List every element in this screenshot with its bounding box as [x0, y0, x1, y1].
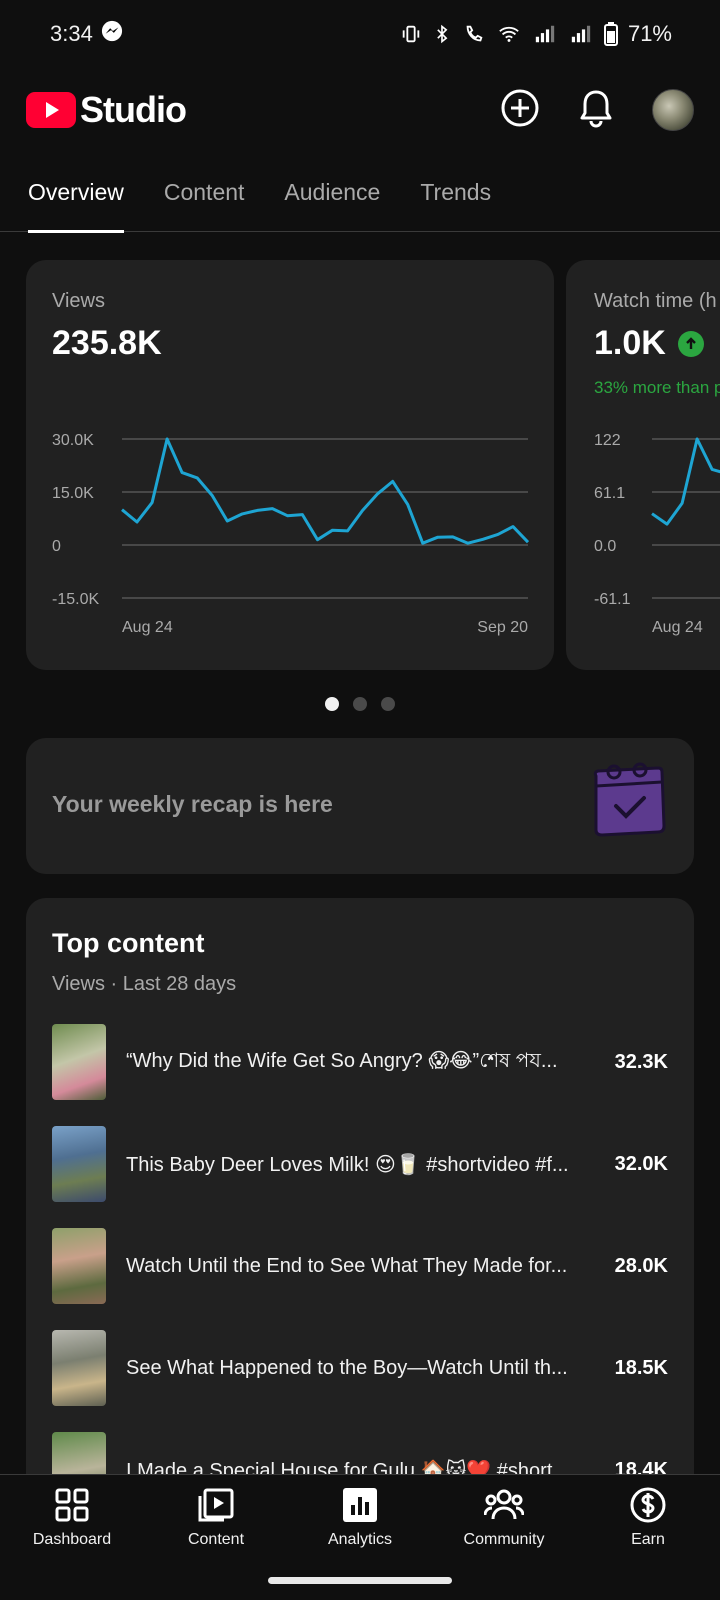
- x-tick-label: Aug 24: [122, 619, 173, 636]
- video-thumbnail: [52, 1126, 106, 1202]
- x-tick-label: Aug 24: [652, 619, 703, 636]
- messenger-icon: [101, 20, 123, 48]
- video-views: 32.3K: [614, 1050, 668, 1073]
- nav-earn[interactable]: Earn: [576, 1485, 720, 1564]
- watch-time-chart: 122 61.1 0.0 -61.1 Aug 24: [594, 432, 720, 636]
- series-line: [121, 437, 530, 545]
- video-title: Watch Until the End to See What They Mad…: [126, 1254, 568, 1277]
- y-tick-label: 0: [52, 538, 61, 555]
- recap-text: Your weekly recap is here: [52, 791, 333, 817]
- brand-name: Studio: [80, 89, 187, 130]
- pager-dot[interactable]: [381, 697, 395, 711]
- nav-label: Content: [187, 1531, 245, 1548]
- tab-bar: Overview Content Audience Trends: [0, 160, 720, 233]
- youtube-studio-logo[interactable]: Studio: [26, 89, 187, 131]
- status-bar: 3:34 71%: [0, 0, 720, 68]
- list-item[interactable]: See What Happened to the Boy—Watch Until…: [52, 1330, 668, 1406]
- notifications-button[interactable]: [578, 88, 614, 133]
- nav-label: Earn: [631, 1531, 665, 1548]
- nav-content[interactable]: Content: [144, 1485, 288, 1564]
- top-content-card: Top content Views · Last 28 days “Why Di…: [26, 898, 694, 1538]
- account-avatar[interactable]: [652, 89, 694, 131]
- youtube-play-icon: [26, 92, 76, 128]
- create-button[interactable]: [500, 88, 540, 133]
- top-content-subtitle: Views · Last 28 days: [52, 973, 237, 995]
- nav-community[interactable]: Community: [432, 1485, 576, 1564]
- views-card[interactable]: Views 235.8K 30.0K 15.0K 0 -15.0K Aug 24 Sep …: [26, 260, 554, 670]
- y-tick-label: 0.0: [594, 538, 616, 555]
- y-tick-label: 30.0K: [52, 432, 94, 449]
- video-title: “Why Did the Wife Get So Angry? 😱😂”শেষ প…: [126, 1049, 558, 1072]
- y-tick-label: -15.0K: [52, 591, 99, 608]
- nav-dashboard[interactable]: Dashboard: [0, 1485, 144, 1564]
- nav-analytics[interactable]: Analytics: [288, 1485, 432, 1564]
- pager-dot[interactable]: [353, 697, 367, 711]
- bottom-navigation: Dashboard Content Analytics Community Ea…: [0, 1474, 720, 1564]
- status-time: 3:34: [50, 21, 93, 46]
- video-views: 18.5K: [614, 1356, 668, 1379]
- signal-icon: [568, 23, 594, 45]
- top-content-title: Top content: [52, 928, 205, 958]
- x-tick-label: Sep 20: [477, 619, 528, 636]
- tab-audience[interactable]: Audience: [284, 160, 380, 232]
- wifi-call-icon: [462, 23, 486, 45]
- content-icon: [197, 1485, 235, 1525]
- series-line: [651, 437, 720, 526]
- nav-label: Dashboard: [32, 1531, 112, 1548]
- video-thumbnail: [52, 1228, 106, 1304]
- tab-content[interactable]: Content: [164, 160, 245, 232]
- nav-label: Community: [463, 1531, 545, 1548]
- tab-trends[interactable]: Trends: [420, 160, 491, 232]
- list-item[interactable]: Watch Until the End to See What They Mad…: [52, 1228, 668, 1304]
- video-title: This Baby Deer Loves Milk! 😍🥛 #shortvide…: [126, 1153, 569, 1176]
- add-circle-icon: [501, 89, 539, 126]
- list-item[interactable]: This Baby Deer Loves Milk! 😍🥛 #shortvide…: [52, 1126, 668, 1202]
- y-tick-label: 15.0K: [52, 485, 94, 502]
- earn-icon: [629, 1485, 667, 1525]
- weekly-recap-card[interactable]: Your weekly recap is here: [26, 738, 694, 874]
- views-chart: 30.0K 15.0K 0 -15.0K Aug 24 Sep 20: [52, 432, 530, 636]
- home-indicator: [268, 1577, 452, 1584]
- dashboard-icon: [54, 1485, 90, 1525]
- bell-icon: [580, 90, 612, 127]
- video-title: See What Happened to the Boy—Watch Until…: [126, 1356, 568, 1379]
- video-views: 28.0K: [614, 1254, 668, 1277]
- tab-overview[interactable]: Overview: [28, 160, 124, 233]
- bluetooth-icon: [432, 23, 452, 45]
- y-tick-label: 61.1: [594, 485, 625, 502]
- pager-dot[interactable]: [325, 697, 339, 711]
- battery-level: 71%: [627, 21, 672, 46]
- battery-icon: [603, 22, 618, 46]
- watch-time-card[interactable]: Watch time (h 1.0K 33% more than p 122 61…: [566, 260, 720, 670]
- vibrate-icon: [400, 23, 422, 45]
- video-views: 32.0K: [614, 1152, 668, 1175]
- list-item[interactable]: “Why Did the Wife Get So Angry? 😱😂”শেষ প…: [52, 1024, 668, 1100]
- wifi-icon: [496, 23, 522, 45]
- community-icon: [484, 1485, 524, 1525]
- calendar-check-icon: [593, 762, 666, 837]
- nav-label: Analytics: [327, 1531, 393, 1548]
- signal-icon: [532, 23, 558, 45]
- carousel-pager: [325, 697, 395, 711]
- video-thumbnail: [52, 1024, 106, 1100]
- y-tick-label: -61.1: [594, 591, 631, 608]
- video-thumbnail: [52, 1330, 106, 1406]
- app-header: Studio: [0, 78, 720, 142]
- analytics-icon: [342, 1485, 378, 1525]
- y-tick-label: 122: [594, 432, 621, 449]
